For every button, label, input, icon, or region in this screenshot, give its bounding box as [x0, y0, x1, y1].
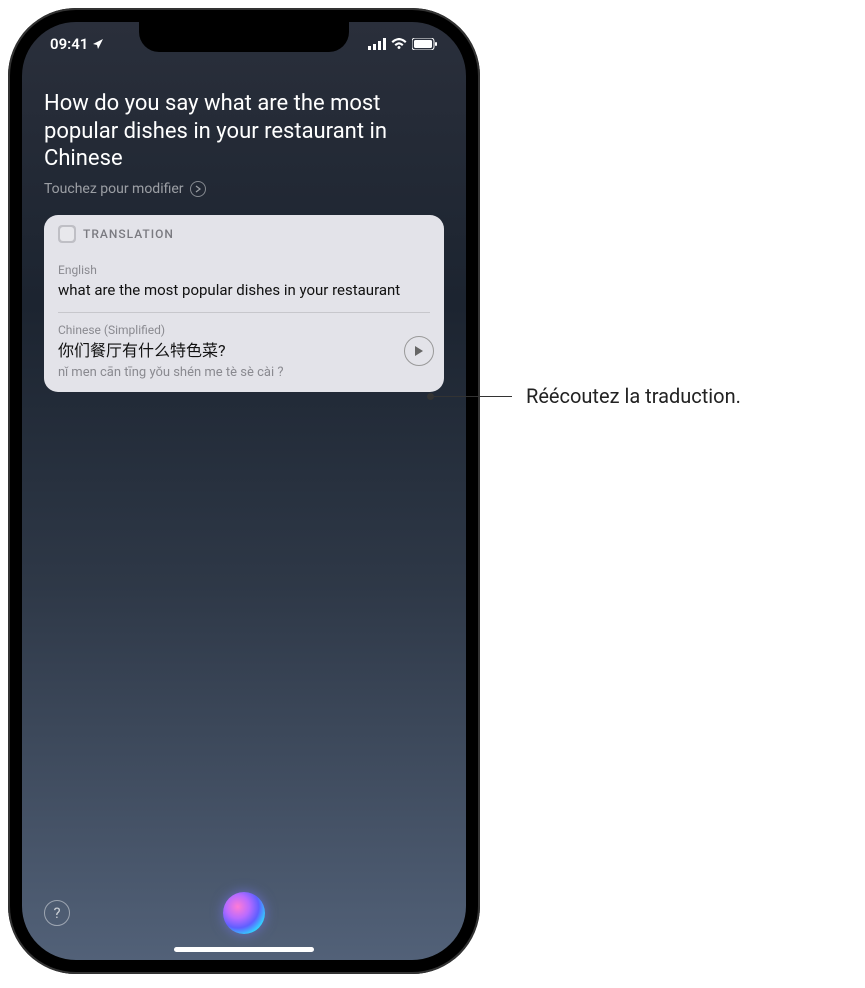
notch	[139, 22, 349, 52]
phone-screen: 09:41	[22, 22, 466, 960]
tap-to-edit-button[interactable]: Touchez pour modifier	[44, 181, 444, 197]
battery-icon	[412, 38, 438, 50]
location-arrow-icon	[92, 38, 104, 50]
siri-query-text[interactable]: How do you say what are the most popular…	[44, 90, 444, 173]
signal-icon	[368, 38, 386, 50]
play-icon	[414, 345, 424, 357]
side-button	[474, 218, 478, 308]
siri-content: How do you say what are the most popular…	[44, 90, 444, 392]
volume-down-button	[10, 280, 14, 338]
target-text: 你们餐厅有什么特色菜?	[58, 341, 394, 362]
volume-up-button	[10, 208, 14, 266]
card-header-label: TRANSLATION	[83, 227, 174, 241]
source-lang-label: English	[58, 263, 430, 277]
wifi-icon	[391, 38, 407, 50]
source-section: English what are the most popular dishes…	[44, 253, 444, 313]
siri-orb[interactable]	[223, 892, 265, 934]
card-header: TRANSLATION	[44, 215, 444, 253]
app-icon	[58, 225, 76, 243]
tap-to-edit-label: Touchez pour modifier	[44, 181, 184, 197]
target-lang-label: Chinese (Simplified)	[58, 323, 394, 337]
status-time: 09:41	[50, 35, 88, 53]
translation-card: TRANSLATION English what are the most po…	[44, 215, 444, 392]
target-romanization: nǐ men cān tīng yǒu shén me tè sè cài ?	[58, 364, 394, 380]
phone-frame: 09:41	[8, 8, 480, 974]
help-icon: ?	[53, 904, 60, 922]
help-button[interactable]: ?	[44, 900, 70, 926]
mute-switch	[10, 150, 14, 182]
play-translation-button[interactable]	[404, 336, 434, 366]
home-indicator[interactable]	[174, 947, 314, 952]
callout-line	[430, 396, 512, 397]
source-text: what are the most popular dishes in your…	[58, 281, 430, 301]
callout-text: Réécoutez la traduction.	[526, 384, 741, 408]
callout: Réécoutez la traduction.	[430, 384, 741, 408]
target-section: Chinese (Simplified) 你们餐厅有什么特色菜? nǐ men …	[44, 313, 444, 392]
chevron-right-icon	[190, 181, 206, 197]
